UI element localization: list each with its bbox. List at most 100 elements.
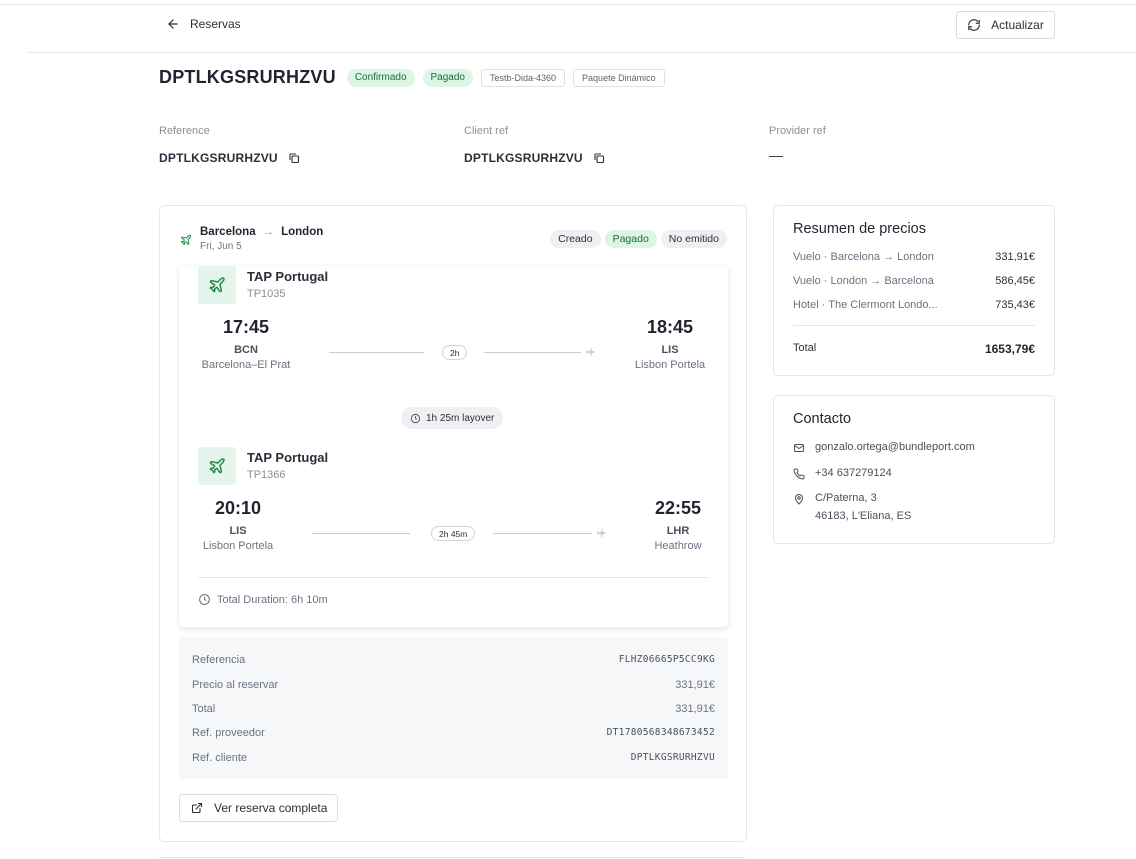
detail-row: Referencia FLHZ06665P5CC9KG (192, 654, 715, 666)
back-link[interactable]: Reservas (166, 17, 241, 31)
plane-icon (209, 277, 225, 293)
email-value: gonzalo.ortega@bundleport.com (815, 441, 975, 453)
copy-icon[interactable] (593, 152, 605, 164)
price-item-value: 586,45€ (995, 275, 1035, 287)
detail-value: 331,91€ (675, 703, 715, 715)
departure-airport: Lisbon Portela (202, 540, 274, 552)
provider-ref-field: Provider ref — (769, 125, 826, 163)
refresh-icon (968, 19, 980, 31)
price-total-value: 1653,79€ (984, 342, 1035, 356)
duration-pill: 2h 45m (431, 526, 476, 541)
airline-info: TAP Portugal TP1035 (198, 266, 328, 304)
back-label: Reservas (190, 17, 241, 31)
reference-label: Reference (159, 125, 210, 137)
price-row: Hotel · The Clermont Londo... 735,43€ (793, 299, 1035, 311)
contact-card: Contacto gonzalo.ortega@bundleport.com +… (773, 395, 1055, 544)
view-full-booking-button[interactable]: Ver reserva completa (179, 794, 338, 822)
contact-title: Contacto (793, 411, 852, 427)
client-ref-value: DPTLKGSRURHZVU (464, 151, 583, 165)
departure-code: BCN (234, 344, 258, 356)
detail-row: Precio al reservar 331,91€ (192, 679, 715, 691)
arrival-airport: Heathrow (654, 540, 702, 552)
price-summary-title: Resumen de precios (793, 221, 926, 237)
duration-line (484, 352, 581, 353)
phone-icon (793, 468, 805, 480)
departure-block: 17:45 BCN Barcelona–El Prat (201, 317, 291, 371)
status-badge-paid: Pagado (422, 68, 473, 87)
arrival-block: 22:55 LHR Heathrow (637, 498, 719, 552)
segments-panel: TAP Portugal TP1035 17:45 BCN Barcelona–… (179, 266, 728, 627)
arrow-left-icon (168, 19, 178, 29)
page-title: DPTLKGSRURHZVU (159, 67, 336, 87)
page-header: Reservas Actualizar (28, 5, 1136, 53)
arrival-time: 22:55 (654, 498, 702, 518)
flight-card: Barcelona → London Fri, Jun 5 Creado Pag… (159, 205, 747, 842)
detail-label: Ref. cliente (192, 752, 248, 764)
airline-name: TAP Portugal (247, 450, 329, 465)
plane-icon (181, 234, 192, 245)
detail-value: 331,91€ (675, 679, 715, 691)
layover-text: 1h 25m layover (426, 412, 495, 424)
departure-code: LIS (229, 525, 247, 537)
layover-pill: 1h 25m layover (401, 407, 504, 429)
detail-label: Ref. proveedor (192, 727, 265, 739)
detail-value: DPTLKGSRURHZVU (630, 752, 715, 763)
flight-number: TP1366 (247, 469, 286, 481)
departure-time: 20:10 (214, 498, 262, 518)
address-line-2: 46183, L'Eliana, ES (815, 510, 912, 522)
status-badge-paid: Pagado (604, 230, 657, 248)
arrival-block: 18:45 LIS Lisbon Portela (625, 317, 715, 371)
airline-info: TAP Portugal TP1366 (198, 447, 328, 485)
duration-pill: 2h (442, 345, 468, 360)
phone-value: +34 637279124 (815, 467, 892, 479)
refresh-button[interactable]: Actualizar (956, 11, 1055, 39)
plane-right-icon (586, 347, 596, 357)
price-summary-card: Resumen de precios Vuelo · Barcelona → L… (773, 205, 1055, 376)
booking-title-row: DPTLKGSRURHZVU Confirmado Pagado Testb-D… (159, 67, 665, 88)
detail-value: DT1780568348673452 (606, 727, 715, 738)
detail-row: Ref. proveedor DT1780568348673452 (192, 727, 715, 739)
flight-number: TP1035 (247, 288, 286, 300)
route-header: Barcelona → London Fri, Jun 5 (180, 226, 323, 252)
arrival-code: LIS (661, 344, 679, 356)
airline-logo (198, 447, 236, 485)
departure-block: 20:10 LIS Lisbon Portela (193, 498, 283, 552)
reference-value: DPTLKGSRURHZVU (159, 151, 278, 165)
detail-label: Referencia (192, 654, 246, 666)
duration-line (329, 352, 424, 353)
view-full-booking-label: Ver reserva completa (214, 801, 328, 815)
reference-section: Reference DPTLKGSRURHZVU Client ref DPTL… (159, 125, 1059, 169)
plane-icon (209, 458, 225, 474)
status-badge-created: Creado (550, 230, 601, 248)
agency-badge: Testb-Dida-4360 (481, 68, 566, 87)
detail-row: Total 331,91€ (192, 703, 715, 715)
clock-icon (199, 594, 210, 605)
copy-icon[interactable] (288, 152, 300, 164)
price-item-value: 735,43€ (995, 299, 1035, 311)
booking-details: Referencia FLHZ06665P5CC9KG Precio al re… (179, 637, 728, 779)
total-duration-text: Total Duration: 6h 10m (217, 593, 328, 606)
refresh-label: Actualizar (991, 18, 1044, 32)
contact-phone: +34 637279124 (793, 467, 892, 480)
map-pin-icon (794, 494, 804, 505)
flight-status-pills: Creado Pagado No emitido (550, 230, 727, 248)
price-item-label: Vuelo · Barcelona → London (793, 251, 934, 263)
clock-icon (410, 413, 421, 423)
price-row: Vuelo · London → Barcelona 586,45€ (793, 275, 1035, 287)
arrival-airport: Lisbon Portela (634, 359, 706, 371)
departure-airport: Barcelona–El Prat (201, 359, 291, 371)
price-row: Vuelo · Barcelona → London 331,91€ (793, 251, 1035, 263)
detail-value: FLHZ06665P5CC9KG (618, 654, 715, 665)
contact-email: gonzalo.ortega@bundleport.com (793, 441, 975, 454)
duration-line (312, 533, 410, 534)
price-total-label: Total (793, 342, 817, 354)
price-total-row: Total 1653,79€ (793, 342, 1035, 356)
status-badge-confirmed: Confirmado (346, 68, 415, 87)
departure-time: 17:45 (222, 317, 270, 337)
client-ref-field: Client ref DPTLKGSRURHZVU (464, 125, 605, 165)
route-destination: London (281, 226, 324, 238)
client-ref-label: Client ref (464, 125, 509, 137)
airline-name: TAP Portugal (247, 269, 329, 284)
external-link-icon (191, 802, 203, 814)
detail-label: Total (192, 703, 216, 715)
